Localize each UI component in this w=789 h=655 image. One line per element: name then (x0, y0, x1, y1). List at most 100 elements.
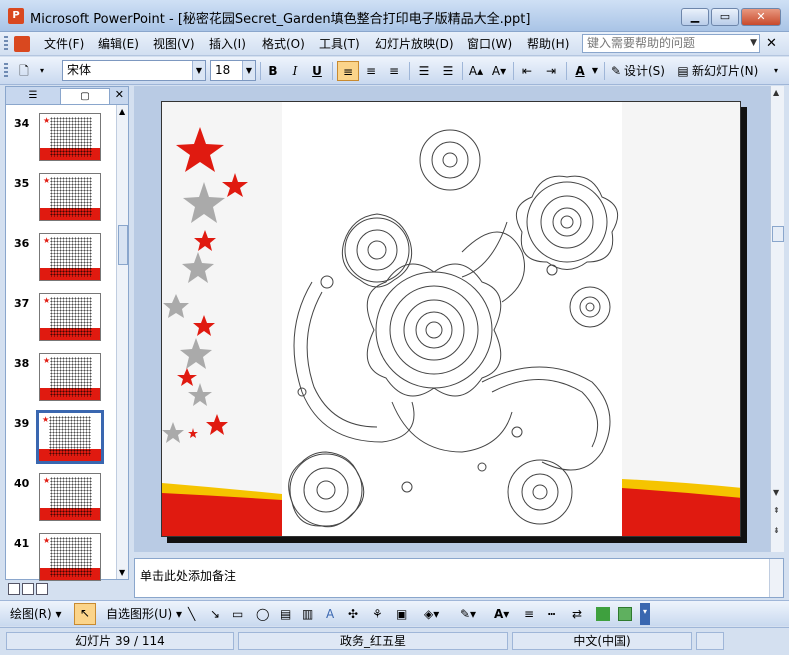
italic-button[interactable]: I (286, 61, 304, 81)
slide-thumbnail[interactable]: ★ (39, 113, 101, 161)
increase-font-icon[interactable]: A▴ (466, 61, 486, 81)
autoshapes-button[interactable]: 自选图形(U) ▾ (106, 605, 182, 623)
maximize-button[interactable]: ▭ (711, 8, 739, 26)
slide-thumbnail[interactable]: ★ (39, 233, 101, 281)
menu-view[interactable]: 视图(V) (153, 36, 195, 52)
slide-thumbnail[interactable]: ★ (39, 473, 101, 521)
close-window-button[interactable]: ✕ (741, 8, 781, 26)
menu-slideshow[interactable]: 幻灯片放映(D) (375, 36, 454, 52)
new-document-icon[interactable]: 🗋 (14, 61, 34, 81)
wordart-icon[interactable]: A (326, 605, 334, 623)
vertical-textbox-icon[interactable]: ▥ (302, 605, 313, 623)
bold-button[interactable]: B (264, 61, 282, 81)
slide-sorter-icon[interactable] (22, 583, 34, 595)
normal-view-icon[interactable] (8, 583, 20, 595)
scroll-up-icon[interactable]: ▲ (773, 88, 779, 97)
decrease-font-icon[interactable]: A▾ (489, 61, 509, 81)
draw-menu-button[interactable]: 绘图(R) ▾ (10, 605, 62, 623)
menu-format[interactable]: 格式(O) (262, 36, 305, 52)
textbox-tool-icon[interactable]: ▤ (280, 605, 291, 623)
next-slide-icon[interactable]: ⇟ (773, 526, 780, 535)
slide-thumbnail-row[interactable]: 37 ★ (6, 293, 116, 349)
slide-thumbnail-row[interactable]: 41 ★ (6, 533, 116, 589)
diagram-icon[interactable]: ✣ (348, 605, 358, 623)
chevron-down-icon[interactable]: ▼ (750, 35, 757, 52)
line-style-icon[interactable]: ≡ (524, 605, 534, 623)
select-pointer-icon[interactable]: ↖ (74, 603, 96, 625)
scroll-down-icon[interactable]: ▼ (119, 568, 125, 577)
menu-help[interactable]: 帮助(H) (527, 36, 569, 52)
font-color-icon[interactable]: A (570, 61, 590, 81)
new-slide-button[interactable]: 新幻灯片(N) (692, 61, 764, 81)
notes-pane[interactable]: 单击此处添加备注 (134, 558, 784, 598)
tab-slides[interactable]: ▢ (60, 88, 110, 104)
chevron-down-icon[interactable]: ▼ (242, 61, 255, 80)
font-name-select[interactable]: 宋体 ▼ (62, 60, 206, 81)
scroll-up-icon[interactable]: ▲ (119, 107, 125, 116)
powerpoint-app-icon[interactable]: P (8, 8, 24, 24)
scrollbar-thumb[interactable] (772, 226, 784, 242)
arrow-style-icon[interactable]: ⇄ (572, 605, 582, 623)
font-size-select[interactable]: 18 ▼ (210, 60, 256, 81)
previous-slide-icon[interactable]: ⇞ (773, 506, 780, 515)
slide-thumbnail-row[interactable]: 40 ★ (6, 473, 116, 529)
arrow-tool-icon[interactable]: ↘ (210, 605, 220, 623)
toolbar-options-icon[interactable]: ▾ (770, 61, 782, 81)
slide-thumbnail[interactable]: ★ (36, 410, 104, 464)
underline-button[interactable]: U (308, 61, 326, 81)
slide-thumbnail-row[interactable]: 39 ★ (6, 410, 116, 469)
slide-thumbnail[interactable]: ★ (39, 293, 101, 341)
fill-color-icon[interactable]: ◈▾ (424, 605, 439, 623)
slides-scrollbar[interactable]: ▲ ▼ (116, 105, 128, 579)
scroll-down-icon[interactable]: ▼ (773, 488, 779, 497)
slide-thumbnail-row[interactable]: 38 ★ (6, 353, 116, 409)
toolbar-grip-icon[interactable] (4, 36, 8, 52)
numbered-list-icon[interactable]: ☰ (414, 61, 434, 81)
bulleted-list-icon[interactable]: ☰ (438, 61, 458, 81)
line-tool-icon[interactable]: ╲ (188, 605, 195, 623)
decrease-indent-icon[interactable]: ⇤ (517, 61, 537, 81)
font-color-icon[interactable]: A▾ (494, 605, 509, 623)
tab-outline[interactable]: ☰ (8, 88, 58, 104)
slide-thumbnail[interactable]: ★ (39, 353, 101, 401)
close-icon[interactable]: ✕ (115, 88, 124, 101)
rectangle-tool-icon[interactable]: ▭ (232, 605, 243, 623)
align-center-icon[interactable]: ≡ (361, 61, 381, 81)
picture-icon[interactable]: ▣ (396, 605, 407, 623)
line-color-icon[interactable]: ✎▾ (460, 605, 476, 623)
toolbar-grip-icon[interactable] (4, 63, 8, 79)
chevron-down-icon[interactable]: ▼ (590, 61, 600, 81)
editing-vertical-scrollbar[interactable]: ▲ ▼ ⇞ ⇟ (770, 86, 784, 552)
slide-thumbnail-row[interactable]: 36 ★ (6, 233, 116, 289)
dash-style-icon[interactable]: ┅ (548, 605, 555, 623)
toolbar-options-icon[interactable]: ▾ (640, 603, 650, 625)
slideshow-view-icon[interactable] (36, 583, 48, 595)
slide-thumbnail-row[interactable]: 35 ★ (6, 173, 116, 229)
document-icon[interactable] (14, 36, 30, 52)
notes-scrollbar[interactable] (769, 559, 783, 597)
chevron-down-icon[interactable]: ▼ (192, 61, 205, 80)
view-buttons (8, 583, 68, 597)
design-button[interactable]: 设计(S) (624, 61, 672, 81)
3d-style-icon[interactable] (618, 607, 632, 621)
menu-tools[interactable]: 工具(T) (319, 36, 360, 52)
oval-tool-icon[interactable]: ◯ (256, 605, 269, 623)
toolbar-options-icon[interactable]: ▾ (36, 61, 48, 81)
menu-file[interactable]: 文件(F) (44, 36, 84, 52)
slide-thumbnail-row[interactable]: 34 ★ (6, 113, 116, 169)
scrollbar-thumb[interactable] (118, 225, 128, 265)
increase-indent-icon[interactable]: ⇥ (541, 61, 561, 81)
minimize-button[interactable]: ▁ (681, 8, 709, 26)
align-right-icon[interactable]: ≡ (384, 61, 404, 81)
menu-insert[interactable]: 插入(I) (209, 36, 246, 52)
clipart-icon[interactable]: ⚘ (372, 605, 383, 623)
align-left-icon[interactable]: ≡ (337, 61, 359, 81)
current-slide[interactable] (161, 101, 741, 537)
help-search-input[interactable]: 键入需要帮助的问题 ▼ (582, 34, 760, 53)
shadow-icon[interactable] (596, 607, 610, 621)
menu-edit[interactable]: 编辑(E) (98, 36, 139, 52)
close-document-icon[interactable]: ✕ (766, 36, 777, 51)
slide-thumbnail[interactable]: ★ (39, 533, 101, 581)
slide-thumbnail[interactable]: ★ (39, 173, 101, 221)
menu-window[interactable]: 窗口(W) (467, 36, 512, 52)
